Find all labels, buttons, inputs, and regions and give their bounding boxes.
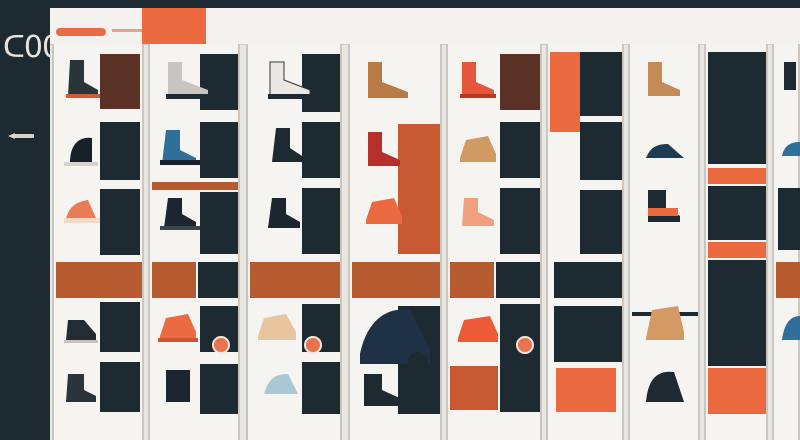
- sneaker-icon[interactable]: [60, 192, 102, 228]
- panel-dark: [708, 260, 766, 366]
- tag-icon[interactable]: [8, 132, 34, 140]
- column-9: [772, 44, 800, 440]
- sale-badge[interactable]: [212, 336, 230, 354]
- sneaker-icon[interactable]: [778, 306, 800, 346]
- shoe-icon[interactable]: [640, 128, 692, 168]
- panel-dark: [302, 188, 340, 254]
- boot-icon[interactable]: [778, 58, 800, 102]
- boot-icon[interactable]: [640, 58, 688, 102]
- panel-dark: [100, 302, 140, 352]
- panel-rust: [352, 262, 440, 298]
- boot-icon[interactable]: [360, 58, 420, 106]
- panel-dark: [100, 189, 140, 255]
- boot-icon[interactable]: [454, 58, 502, 102]
- loafer-icon[interactable]: [452, 308, 504, 348]
- panel-dark: [500, 54, 540, 110]
- brand-logo[interactable]: ᑕ00: [3, 30, 61, 65]
- panel-dark: [100, 122, 140, 180]
- loafer-icon[interactable]: [360, 192, 408, 232]
- panel-dark: [778, 188, 800, 250]
- boot-icon[interactable]: [62, 56, 102, 100]
- panel-orange: [708, 168, 766, 184]
- loafer-icon[interactable]: [454, 128, 502, 168]
- panel-dark: [200, 192, 238, 254]
- column-7: [628, 44, 700, 440]
- panel-rust: [450, 366, 498, 410]
- shoe-icon[interactable]: [252, 306, 304, 346]
- header-bar: [50, 8, 800, 45]
- spec-label: [504, 130, 538, 150]
- column-6: [546, 44, 624, 440]
- boot-icon[interactable]: [640, 186, 688, 230]
- loafer-icon[interactable]: [640, 302, 692, 350]
- panel-dark: [708, 186, 766, 240]
- panel-dark: [580, 122, 622, 180]
- boot-icon[interactable]: [356, 370, 416, 414]
- panel-dark: [554, 262, 622, 298]
- column-8: [704, 44, 768, 440]
- boot-icon[interactable]: [60, 306, 100, 346]
- boot-icon[interactable]: [60, 366, 100, 406]
- panel-orange: [556, 368, 616, 412]
- panel-orange: [708, 242, 766, 258]
- panel-dark: [496, 262, 540, 298]
- panel-dark: [500, 188, 540, 254]
- shoe-icon[interactable]: [160, 58, 220, 102]
- panel-rust: [152, 262, 196, 298]
- panel-dark: [100, 54, 140, 109]
- panel-dark: [200, 122, 238, 178]
- logo-text: ᑕ00: [3, 30, 61, 65]
- panel-rust: [450, 262, 494, 298]
- shoe-icon[interactable]: [60, 132, 100, 168]
- column-2: [148, 44, 240, 440]
- search-pill[interactable]: [56, 28, 106, 36]
- sneaker-icon[interactable]: [156, 126, 204, 170]
- panel-dark: [302, 362, 340, 414]
- boot-icon[interactable]: [262, 124, 310, 168]
- panel-rust: [56, 262, 142, 298]
- panel-dark: [100, 362, 140, 412]
- panel-dark: [198, 262, 238, 298]
- boot-icon[interactable]: [360, 128, 408, 172]
- panel-dark: [708, 52, 766, 164]
- loafer-icon[interactable]: [154, 306, 202, 346]
- panel-orange: [708, 368, 766, 414]
- panel-rust: [776, 262, 800, 298]
- top-strip: [0, 0, 800, 8]
- boot-icon[interactable]: [156, 366, 204, 410]
- column-4: [348, 44, 442, 440]
- sneaker-icon[interactable]: [454, 192, 502, 232]
- sneaker-icon[interactable]: [778, 132, 800, 162]
- active-tab-button[interactable]: [142, 8, 206, 44]
- boot-icon[interactable]: [156, 194, 204, 234]
- sale-badge[interactable]: [516, 336, 534, 354]
- panel-dark: [200, 364, 238, 414]
- boot-icon[interactable]: [258, 194, 306, 234]
- panel-rust: [250, 262, 340, 298]
- panel-dark: [580, 52, 622, 116]
- panel-dark: [500, 304, 540, 412]
- panel-dark: [554, 306, 622, 362]
- column-3: [246, 44, 342, 440]
- panel-rust: [152, 182, 238, 190]
- column-5: [446, 44, 542, 440]
- panel-orange: [550, 52, 580, 132]
- column-1: [52, 44, 144, 440]
- sidebar: ᑕ00: [0, 8, 61, 440]
- panel-dark: [580, 190, 622, 254]
- shoe-icon[interactable]: [262, 58, 322, 102]
- boot-icon[interactable]: [640, 366, 692, 414]
- sneaker-icon[interactable]: [258, 364, 306, 408]
- sale-badge[interactable]: [304, 336, 322, 354]
